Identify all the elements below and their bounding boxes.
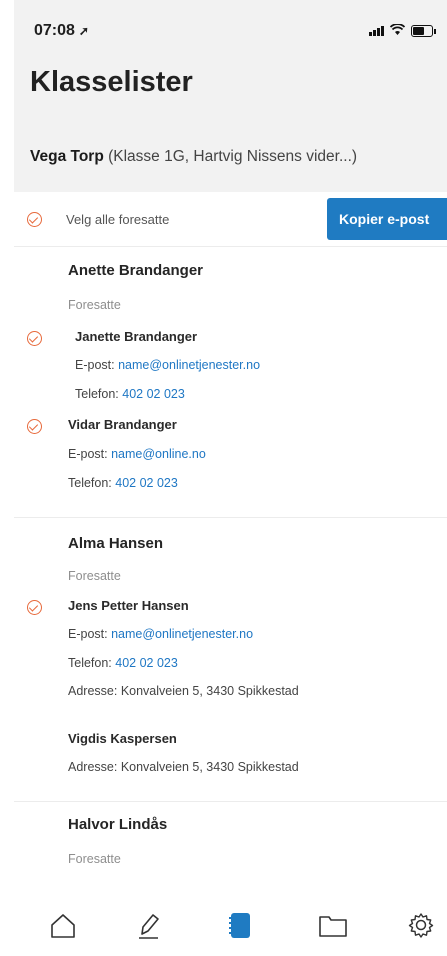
guardian-checkbox[interactable] xyxy=(27,419,42,434)
tab-settings[interactable] xyxy=(406,910,436,940)
email-link[interactable]: name@onlinetjenester.no xyxy=(118,358,260,372)
cellular-signal-icon xyxy=(369,25,384,36)
student-card: Anette Brandanger Foresatte Janette Bran… xyxy=(14,247,447,517)
guardian-name: Jens Petter Hansen xyxy=(68,598,189,613)
tab-home[interactable] xyxy=(48,910,78,940)
guardian-address: Adresse: Konvalveien 5, 3430 Spikkestad xyxy=(68,760,299,774)
address-value: Konvalveien 5, 3430 Spikkestad xyxy=(120,760,299,774)
email-label: E-post: xyxy=(75,358,119,372)
guardian-phone: Telefon: 402 02 023 xyxy=(68,476,178,490)
email-label: E-post: xyxy=(68,627,112,641)
student-card: Alma Hansen Foresatte Jens Petter Hansen… xyxy=(14,518,447,801)
guardian-phone: Telefon: 402 02 023 xyxy=(75,387,185,401)
guardian-role: Foresatte xyxy=(68,852,121,866)
select-all-checkbox[interactable] xyxy=(27,212,42,227)
location-arrow-icon: ➚ xyxy=(78,24,89,38)
status-icons xyxy=(369,23,436,37)
phone-link[interactable]: 402 02 023 xyxy=(122,387,185,401)
settings-icon xyxy=(408,913,434,938)
guardian-checkbox[interactable] xyxy=(27,331,42,346)
status-bar: 07:08 ➚ xyxy=(14,0,447,54)
home-icon xyxy=(51,914,75,938)
guardian-phone: Telefon: 402 02 023 xyxy=(68,656,178,670)
guardian-email: E-post: name@onlinetjenester.no xyxy=(75,358,260,372)
page-header: Klasselister xyxy=(14,54,447,122)
clock-text: 07:08 xyxy=(34,22,75,39)
select-all-label: Velg alle foresatte xyxy=(66,212,170,227)
guardian-checkbox[interactable] xyxy=(27,600,42,615)
guardian-role: Foresatte xyxy=(68,569,121,583)
address-label: Adresse: xyxy=(68,760,121,774)
battery-icon xyxy=(411,24,436,37)
guardian-name: Vigdis Kaspersen xyxy=(68,731,177,746)
pupil-name: Vega Torp xyxy=(30,148,104,165)
student-name: Halvor Lindås xyxy=(68,816,168,833)
guardian-email: E-post: name@onlinetjenester.no xyxy=(68,627,253,641)
phone-link[interactable]: 402 02 023 xyxy=(115,656,178,670)
guardian-role: Foresatte xyxy=(68,298,121,312)
phone-label: Telefon: xyxy=(68,656,116,670)
phone-link[interactable]: 402 02 023 xyxy=(115,476,178,490)
tab-write[interactable] xyxy=(133,910,163,940)
email-label: E-post: xyxy=(68,447,112,461)
student-name: Anette Brandanger xyxy=(68,262,204,279)
tab-bar xyxy=(14,896,447,956)
pen-icon xyxy=(139,914,159,939)
select-all-row: Velg alle foresatte Kopier e-post xyxy=(14,192,447,247)
notebook-icon xyxy=(229,913,250,938)
copy-email-button[interactable]: Kopier e-post xyxy=(327,198,447,240)
pupil-header: Vega Torp (Klasse 1G, Hartvig Nissens vi… xyxy=(14,122,447,192)
address-value: Konvalveien 5, 3430 Spikkestad xyxy=(120,684,299,698)
pupil-line: Vega Torp (Klasse 1G, Hartvig Nissens vi… xyxy=(30,148,357,166)
student-card: Halvor Lindås Foresatte xyxy=(14,802,447,896)
address-label: Adresse: xyxy=(68,684,121,698)
page-title: Klasselister xyxy=(30,66,193,98)
app-screen: 07:08 ➚ Klasselister Vega Torp (Klasse 1G… xyxy=(14,0,447,956)
pupil-class-info: (Klasse 1G, Hartvig Nissens vider...) xyxy=(108,148,358,165)
tab-files[interactable] xyxy=(317,910,347,940)
student-name: Alma Hansen xyxy=(68,535,164,552)
phone-label: Telefon: xyxy=(75,387,123,401)
guardian-email: E-post: name@online.no xyxy=(68,447,206,461)
folder-icon xyxy=(319,916,347,937)
email-link[interactable]: name@onlinetjenester.no xyxy=(111,627,253,641)
guardian-name: Vidar Brandanger xyxy=(68,417,177,432)
guardian-name: Janette Brandanger xyxy=(75,329,198,344)
tab-classlists[interactable] xyxy=(225,910,255,940)
phone-label: Telefon: xyxy=(68,476,116,490)
status-time: 07:08 ➚ xyxy=(34,22,89,40)
wifi-icon xyxy=(389,23,406,37)
email-link[interactable]: name@online.no xyxy=(111,447,206,461)
guardian-address: Adresse: Konvalveien 5, 3430 Spikkestad xyxy=(68,684,299,698)
